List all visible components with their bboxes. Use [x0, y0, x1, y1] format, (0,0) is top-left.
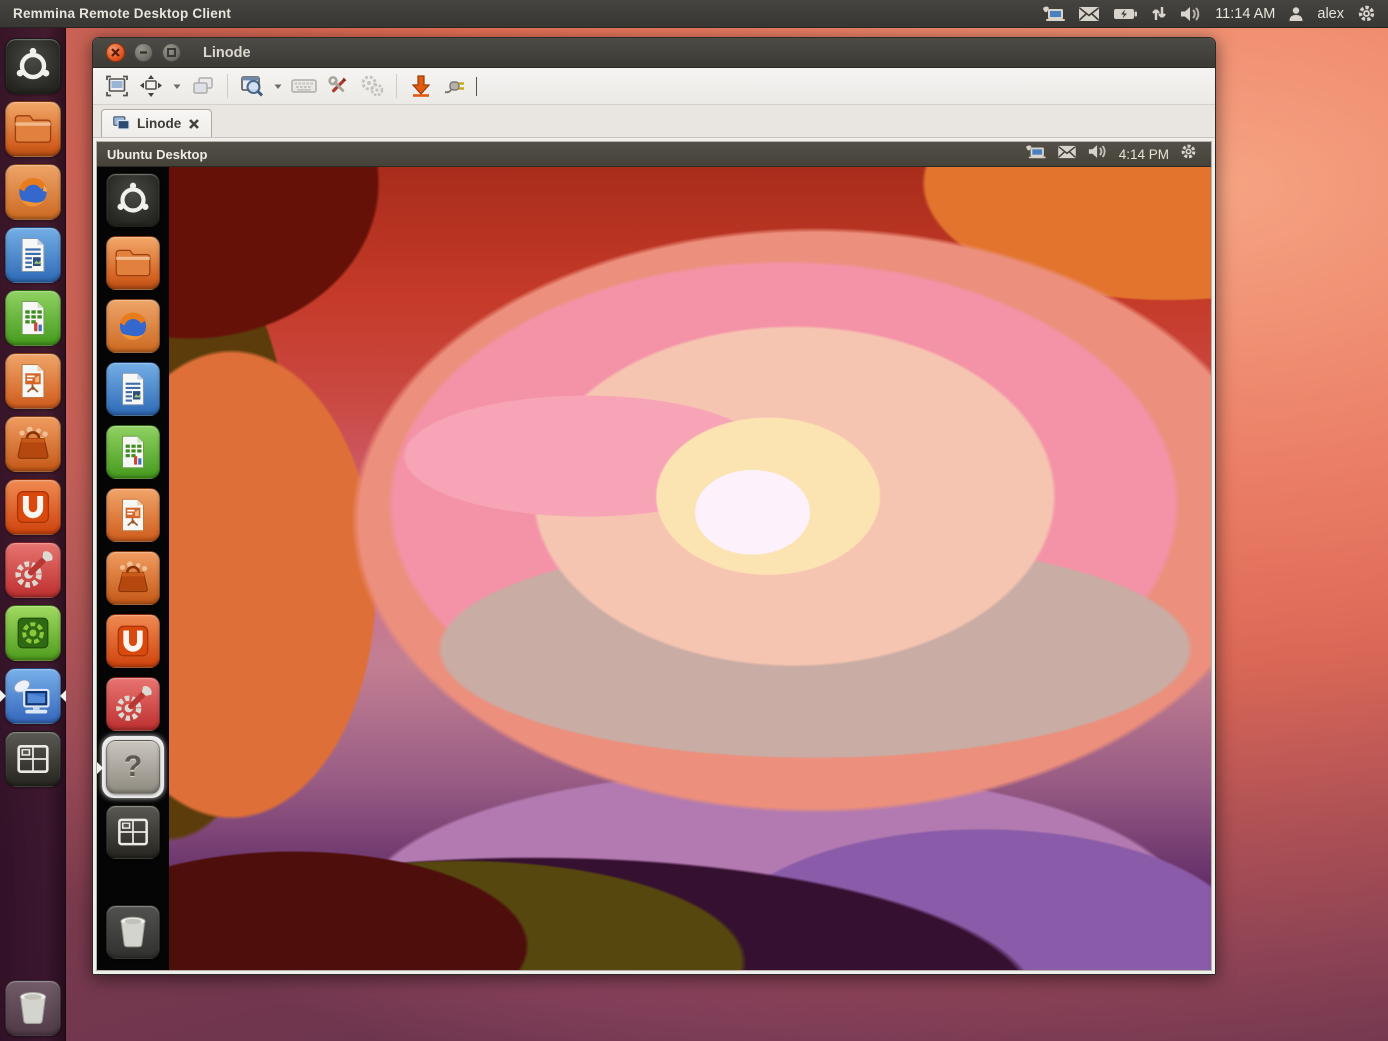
fullscreen-icon[interactable] [101, 71, 133, 101]
battery-icon[interactable] [1113, 7, 1138, 21]
remote-launcher-item-firefox[interactable] [106, 299, 160, 353]
close-button[interactable] [106, 43, 125, 62]
disconnect-plug-icon[interactable] [439, 71, 471, 101]
launcher-item-remmina[interactable] [5, 668, 61, 724]
network-icon[interactable] [1041, 5, 1065, 23]
preview-scale-icon[interactable] [236, 71, 268, 101]
remote-wallpaper[interactable] [169, 167, 1211, 970]
window-titlebar[interactable]: Linode [93, 38, 1215, 68]
tools-icon[interactable] [322, 71, 354, 101]
remmina-window: Linode Linode [92, 37, 1216, 975]
remote-launcher-item-system-settings[interactable] [106, 677, 160, 731]
tab-label: Linode [137, 116, 181, 131]
launcher-item-firefox[interactable] [5, 164, 61, 220]
focused-indicator-arrow [97, 762, 103, 774]
active-app-title: Remmina Remote Desktop Client [0, 6, 231, 21]
remote-body[interactable]: ? [97, 167, 1211, 970]
launcher-item-libreoffice-calc[interactable] [5, 290, 61, 346]
remote-indicator-tray: 4:14 PM [1024, 143, 1211, 165]
session-gear-icon[interactable] [1180, 143, 1197, 165]
host-top-panel: Remmina Remote Desktop Client 11:14 AM a… [0, 0, 1388, 28]
remote-launcher-item-libreoffice-impress[interactable] [106, 488, 160, 542]
remote-screen-icon [113, 116, 130, 131]
launcher-item-ubuntu-one[interactable] [5, 479, 61, 535]
duplicate-connection-icon[interactable] [187, 71, 219, 101]
remmina-toolbar [93, 68, 1215, 105]
scaled-dropdown-caret[interactable] [169, 71, 185, 101]
tab-close-icon[interactable] [188, 118, 200, 130]
scaled-mode-icon[interactable] [135, 71, 167, 101]
connection-tabbar: Linode [93, 105, 1215, 138]
window-title: Linode [203, 45, 251, 61]
maximize-button[interactable] [162, 43, 181, 62]
focused-app-highlight: ? [102, 736, 164, 798]
remote-viewer-frame: Ubuntu Desktop 4:14 PM [93, 138, 1215, 974]
remote-launcher-item-files[interactable] [106, 236, 160, 290]
question-mark-icon: ? [124, 750, 142, 784]
screenshot-download-icon[interactable] [405, 71, 437, 101]
launcher-item-dash-home[interactable] [5, 38, 61, 94]
toolbar-separator [396, 74, 397, 98]
desktop-screen: Remmina Remote Desktop Client 11:14 AM a… [0, 0, 1388, 1041]
remote-clock[interactable]: 4:14 PM [1119, 147, 1169, 162]
preferences-gears-icon[interactable] [356, 71, 388, 101]
remote-top-panel: Ubuntu Desktop 4:14 PM [97, 142, 1211, 167]
remote-launcher-item-workspace-switcher[interactable] [106, 805, 160, 859]
minimize-button[interactable] [134, 43, 153, 62]
remote-desktop-session[interactable]: Ubuntu Desktop 4:14 PM [96, 141, 1212, 971]
session-gear-icon[interactable] [1357, 4, 1376, 23]
grab-keyboard-icon[interactable] [288, 71, 320, 101]
toolbar-separator [227, 74, 228, 98]
remote-launcher-item-unknown-app[interactable]: ? [106, 740, 160, 794]
launcher-item-libreoffice-writer[interactable] [5, 227, 61, 283]
user-name[interactable]: alex [1317, 6, 1344, 22]
running-indicator-arrow [0, 690, 6, 702]
user-icon[interactable] [1288, 6, 1304, 22]
remote-launcher-item-dash-home[interactable] [106, 173, 160, 227]
launcher-item-trash[interactable] [5, 980, 61, 1036]
launcher-item-ubuntu-software[interactable] [5, 605, 61, 661]
focused-indicator-arrow [60, 690, 66, 702]
launcher-item-files[interactable] [5, 101, 61, 157]
volume-icon[interactable] [1088, 144, 1108, 164]
mail-icon[interactable] [1078, 6, 1100, 22]
remote-launcher-item-ubuntu-one[interactable] [106, 614, 160, 668]
indicator-tray: 11:14 AM alex [1041, 4, 1388, 23]
remote-launcher-item-ubuntu-software-center[interactable] [106, 551, 160, 605]
tab-linode[interactable]: Linode [101, 109, 212, 137]
mail-icon[interactable] [1057, 145, 1077, 164]
launcher-item-workspace-switcher[interactable] [5, 731, 61, 787]
launcher-item-libreoffice-impress[interactable] [5, 353, 61, 409]
sync-arrows-icon[interactable] [1151, 5, 1167, 22]
network-icon[interactable] [1024, 144, 1046, 165]
text-cursor [476, 77, 477, 96]
volume-icon[interactable] [1180, 6, 1202, 22]
remote-launcher-item-libreoffice-writer[interactable] [106, 362, 160, 416]
unity-launcher [0, 28, 66, 1041]
preview-dropdown-caret[interactable] [270, 71, 286, 101]
clock[interactable]: 11:14 AM [1215, 6, 1275, 22]
launcher-item-system-settings[interactable] [5, 542, 61, 598]
remote-launcher-item-libreoffice-calc[interactable] [106, 425, 160, 479]
remote-launcher-item-trash[interactable] [106, 905, 160, 959]
launcher-item-ubuntu-software-center[interactable] [5, 416, 61, 472]
remote-unity-launcher: ? [97, 167, 169, 970]
remote-panel-title: Ubuntu Desktop [97, 147, 207, 162]
